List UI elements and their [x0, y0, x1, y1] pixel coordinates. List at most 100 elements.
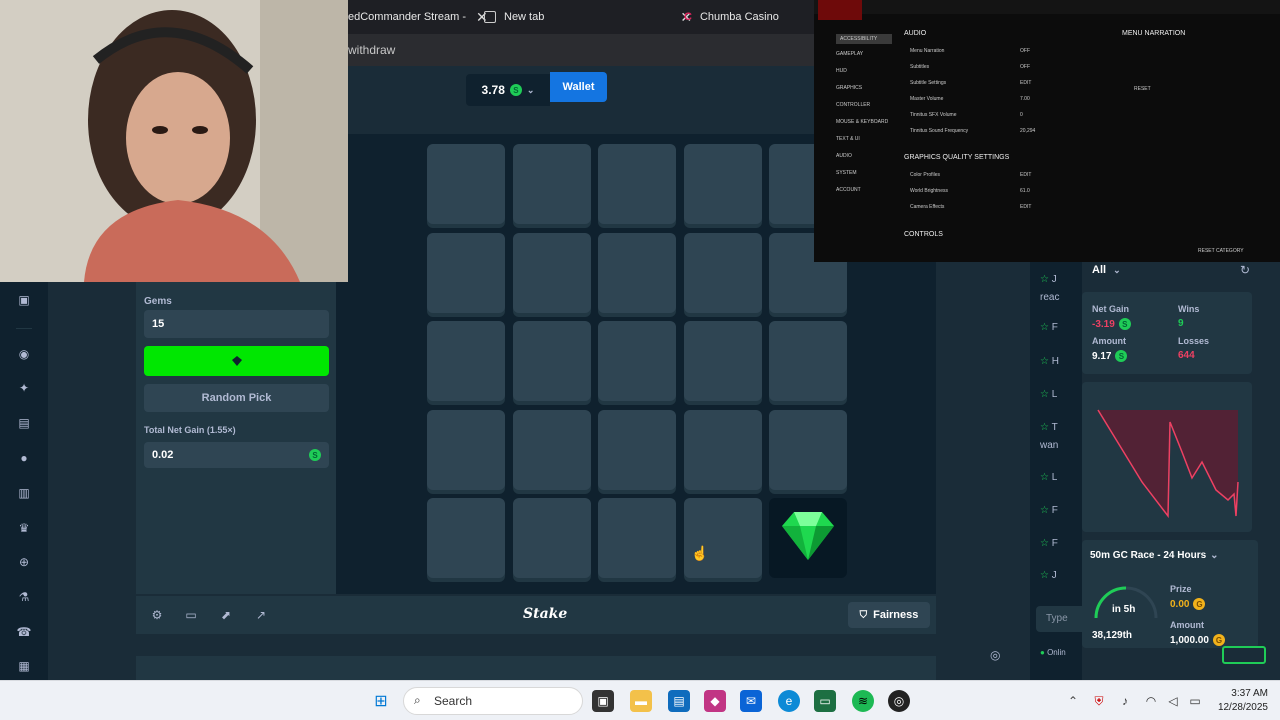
settings-nav-item[interactable]: GAMEPLAY: [836, 51, 863, 57]
obs-icon[interactable]: ◎: [888, 690, 910, 712]
mine-tile[interactable]: [769, 409, 847, 490]
mine-tile[interactable]: [598, 498, 676, 578]
race-title[interactable]: 50m GC Race - 24 Hours ⌄: [1090, 550, 1219, 561]
headset-icon[interactable]: ◎: [990, 648, 1008, 666]
gems-input[interactable]: 15: [144, 310, 329, 338]
edge-icon[interactable]: e: [778, 690, 800, 712]
crown-icon[interactable]: ♛: [16, 520, 32, 536]
theatre-mode-icon[interactable]: ▭: [184, 608, 198, 622]
taskbar-search[interactable]: ⌕ Search: [403, 687, 583, 715]
mine-tile[interactable]: [512, 321, 591, 401]
mine-tile[interactable]: [683, 232, 762, 313]
chat-input[interactable]: Type: [1036, 606, 1082, 632]
copilot-icon[interactable]: ◆: [704, 690, 726, 712]
taskbar-clock[interactable]: 3:37 AM 12/28/2025: [1208, 687, 1268, 715]
mine-tile[interactable]: [769, 321, 847, 401]
mine-tile[interactable]: [512, 498, 591, 578]
briefcase-icon[interactable]: ▥: [16, 485, 32, 501]
volume-icon[interactable]: ◁: [1162, 690, 1184, 712]
audio-setting-value[interactable]: 7.00: [1020, 96, 1030, 102]
feed-item[interactable]: ☆ J: [1040, 274, 1057, 285]
green-button-edge[interactable]: [1222, 646, 1266, 664]
reset-category-button[interactable]: RESET CATEGORY: [1198, 248, 1244, 254]
graphics-setting-value[interactable]: 61.0: [1020, 188, 1030, 194]
spotify-icon[interactable]: ≋: [852, 690, 874, 712]
mine-tile[interactable]: [683, 321, 762, 401]
store-icon[interactable]: ▤: [668, 690, 690, 712]
mine-tile[interactable]: [683, 144, 762, 224]
address-bar[interactable]: withdraw: [348, 34, 818, 66]
fire-icon[interactable]: ●: [16, 450, 32, 466]
feed-item[interactable]: ☆ H: [1040, 356, 1059, 367]
settings-nav-item[interactable]: AUDIO: [836, 153, 852, 159]
stats-icon[interactable]: ⬈: [219, 608, 233, 622]
feed-item[interactable]: ☆ F: [1040, 538, 1058, 549]
reset-button[interactable]: RESET: [1134, 86, 1151, 92]
outlook-icon[interactable]: ✉: [740, 690, 762, 712]
audio-setting-value[interactable]: 0: [1020, 112, 1023, 118]
battery-icon[interactable]: ▭: [1184, 690, 1206, 712]
feed-item[interactable]: ☆ L: [1040, 389, 1057, 400]
graphics-setting-value[interactable]: EDIT: [1020, 172, 1031, 178]
settings-icon[interactable]: ⚙: [150, 608, 164, 622]
security-icon[interactable]: ⛨: [1088, 690, 1110, 712]
mine-tile[interactable]: [598, 321, 676, 401]
graphics-setting-value[interactable]: EDIT: [1020, 204, 1031, 210]
windows-start-icon[interactable]: ⊞: [370, 690, 392, 712]
tab-new-tab[interactable]: New tab ✕: [484, 0, 692, 34]
flask-icon[interactable]: ⚗: [16, 589, 32, 605]
tab-chumba[interactable]: C Chumba Casino: [684, 0, 779, 34]
mine-tile[interactable]: [598, 232, 676, 313]
mine-tile[interactable]: [427, 498, 505, 578]
settings-nav-item[interactable]: MOUSE & KEYBOARD: [836, 119, 888, 125]
mine-tile[interactable]: [683, 409, 762, 490]
mine-tile[interactable]: [427, 232, 505, 313]
feed-item[interactable]: ☆ F: [1040, 505, 1058, 516]
audio-setting-value[interactable]: OFF: [1020, 48, 1030, 54]
settings-nav-item[interactable]: ACCESSIBILITY: [836, 34, 892, 44]
audio-setting-value[interactable]: EDIT: [1020, 80, 1031, 86]
cashout-button[interactable]: [144, 346, 329, 376]
mine-tile[interactable]: [598, 144, 676, 224]
chevron-up-icon[interactable]: ⌃: [1062, 690, 1084, 712]
terminal-icon[interactable]: ▭: [814, 690, 836, 712]
globe-icon[interactable]: ⊕: [16, 554, 32, 570]
feed-item[interactable]: wan: [1040, 440, 1058, 451]
mine-tile[interactable]: [512, 144, 591, 224]
task-view-icon[interactable]: ▣: [592, 690, 614, 712]
wallet-button[interactable]: Wallet: [550, 72, 607, 102]
popout-icon[interactable]: ↗: [254, 608, 268, 622]
settings-nav-item[interactable]: ACCOUNT: [836, 187, 861, 193]
mine-tile[interactable]: [427, 409, 505, 490]
microphone-icon[interactable]: ♪: [1114, 690, 1136, 712]
settings-nav-item[interactable]: TEXT & UI: [836, 136, 860, 142]
feed-item[interactable]: ☆ L: [1040, 472, 1057, 483]
bookmark-icon[interactable]: ▣: [16, 292, 32, 308]
wifi-icon[interactable]: ◠: [1140, 690, 1162, 712]
mine-tile[interactable]: [512, 232, 591, 313]
random-pick-button[interactable]: Random Pick: [144, 384, 329, 412]
ticket-icon[interactable]: ▤: [16, 415, 32, 431]
feed-item[interactable]: ☆ J: [1040, 570, 1057, 581]
balance-selector[interactable]: 3.78 S ⌄: [466, 74, 550, 106]
settings-nav-item[interactable]: HUD: [836, 68, 847, 74]
fairness-button[interactable]: ⛉ Fairness: [848, 602, 930, 628]
stats-filter[interactable]: All ⌄: [1092, 264, 1121, 276]
settings-nav-item[interactable]: GRAPHICS: [836, 85, 862, 91]
settings-nav-item[interactable]: CONTROLLER: [836, 102, 870, 108]
support-icon[interactable]: ☎: [16, 624, 32, 640]
mine-tile[interactable]: [683, 498, 762, 578]
mine-tile[interactable]: [427, 321, 505, 401]
feed-item[interactable]: ☆ T: [1040, 422, 1058, 433]
file-explorer-icon[interactable]: ▬: [630, 690, 652, 712]
settings-nav-item[interactable]: SYSTEM: [836, 170, 857, 176]
mine-tile[interactable]: [598, 409, 676, 490]
feed-item[interactable]: reac: [1040, 292, 1059, 303]
mine-tile[interactable]: [427, 144, 505, 224]
feed-item[interactable]: ☆ F: [1040, 322, 1058, 333]
grid-icon[interactable]: ▦: [16, 658, 32, 674]
casino-icon[interactable]: ◉: [16, 346, 32, 362]
mine-tile[interactable]: [512, 409, 591, 490]
tab-stream[interactable]: edCommander Stream - ✕: [348, 0, 488, 34]
audio-setting-value[interactable]: 20,294: [1020, 128, 1035, 134]
